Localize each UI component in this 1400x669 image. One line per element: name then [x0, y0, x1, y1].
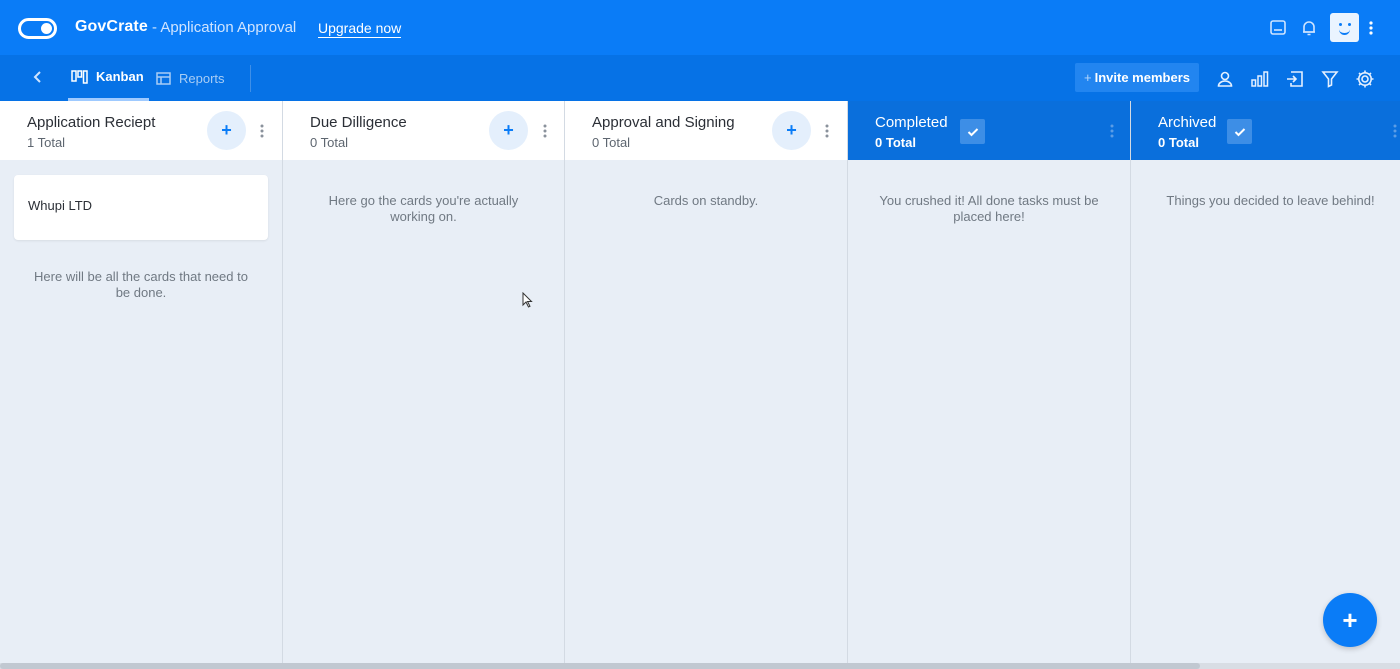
tab-kanban[interactable]: Kanban [68, 55, 149, 101]
column-title[interactable]: Archived [1158, 114, 1216, 131]
upgrade-link[interactable]: Upgrade now [318, 20, 402, 38]
column-header: Application Reciept 1 Total + [0, 101, 282, 160]
column-header: Approval and Signing 0 Total + [565, 101, 847, 160]
import-icon[interactable] [1284, 68, 1306, 90]
board-toolbar: Kanban Reports + Invite members [0, 55, 1400, 101]
invite-plus: + [1084, 70, 1092, 85]
column-menu-icon[interactable] [824, 123, 830, 139]
filter-icon[interactable] [1319, 68, 1341, 90]
top-header: GovCrate - Application Approval Upgrade … [0, 0, 1400, 55]
column-header: Archived 0 Total [1131, 101, 1400, 160]
column-empty-text: Cards on standby. [653, 193, 759, 208]
column-title[interactable]: Due Dilligence [310, 114, 407, 131]
done-checkbox-icon[interactable] [960, 119, 985, 144]
column-menu-icon[interactable] [259, 123, 265, 139]
column-title[interactable]: Completed [875, 114, 948, 131]
column-title[interactable]: Application Reciept [27, 114, 155, 131]
members-icon[interactable] [1214, 68, 1236, 90]
kanban-icon [71, 69, 88, 84]
column-count: 1 Total [27, 135, 66, 150]
column-count: 0 Total [592, 135, 631, 150]
settings-gear-icon[interactable] [1354, 68, 1376, 90]
tab-kanban-label: Kanban [96, 69, 144, 84]
add-card-button[interactable]: + [207, 111, 246, 150]
column-empty-text: Things you decided to leave behind! [1166, 193, 1375, 208]
column-application-reciept: Application Reciept 1 Total + Whupi LTD … [0, 101, 283, 663]
column-header: Completed 0 Total [848, 101, 1130, 160]
column-title[interactable]: Approval and Signing [592, 114, 735, 131]
column-due-dilligence: Due Dilligence 0 Total + Here go the car… [283, 101, 565, 663]
column-archived: Archived 0 Total Things you decided to l… [1131, 101, 1400, 663]
column-count: 0 Total [310, 135, 349, 150]
card-whupi-ltd[interactable]: Whupi LTD [14, 175, 268, 240]
tab-reports[interactable]: Reports [156, 55, 236, 101]
column-menu-icon[interactable] [542, 123, 548, 139]
inbox-icon[interactable] [1267, 17, 1289, 39]
reports-icon [156, 71, 171, 85]
column-empty-text: Here will be all the cards that need to … [34, 269, 248, 300]
bell-icon[interactable] [1298, 17, 1320, 39]
column-count: 0 Total [1158, 135, 1199, 150]
invite-members-label: Invite members [1094, 70, 1190, 85]
app-name[interactable]: GovCrate [75, 18, 148, 36]
more-menu-icon[interactable] [1366, 20, 1376, 36]
column-menu-icon[interactable] [1392, 123, 1398, 139]
card-title: Whupi LTD [28, 198, 93, 213]
add-card-fab-button[interactable]: + [1323, 593, 1377, 647]
board-name: - Application Approval [152, 19, 297, 36]
horizontal-scrollbar[interactable] [0, 663, 1400, 669]
column-approval-and-signing: Approval and Signing 0 Total + Cards on … [565, 101, 848, 663]
column-menu-icon[interactable] [1109, 123, 1115, 139]
bar-chart-icon[interactable] [1249, 68, 1271, 90]
back-chevron-icon[interactable] [28, 67, 48, 87]
invite-members-button[interactable]: + Invite members [1075, 63, 1199, 92]
add-card-button[interactable]: + [772, 111, 811, 150]
app-logo-icon[interactable] [18, 18, 57, 39]
column-count: 0 Total [875, 135, 916, 150]
column-completed: Completed 0 Total You crushed it! All do… [848, 101, 1131, 663]
kanban-board: Application Reciept 1 Total + Whupi LTD … [0, 101, 1400, 663]
mouse-cursor-icon [522, 292, 533, 308]
column-empty-text: Here go the cards you're actually workin… [328, 193, 519, 224]
column-empty-text: You crushed it! All done tasks must be p… [879, 193, 1099, 224]
tab-reports-label: Reports [179, 70, 225, 86]
user-avatar[interactable] [1330, 13, 1359, 42]
column-header: Due Dilligence 0 Total + [283, 101, 564, 160]
scrollbar-thumb[interactable] [0, 663, 1200, 669]
toolbar-divider [250, 65, 251, 92]
done-checkbox-icon[interactable] [1227, 119, 1252, 144]
add-card-button[interactable]: + [489, 111, 528, 150]
